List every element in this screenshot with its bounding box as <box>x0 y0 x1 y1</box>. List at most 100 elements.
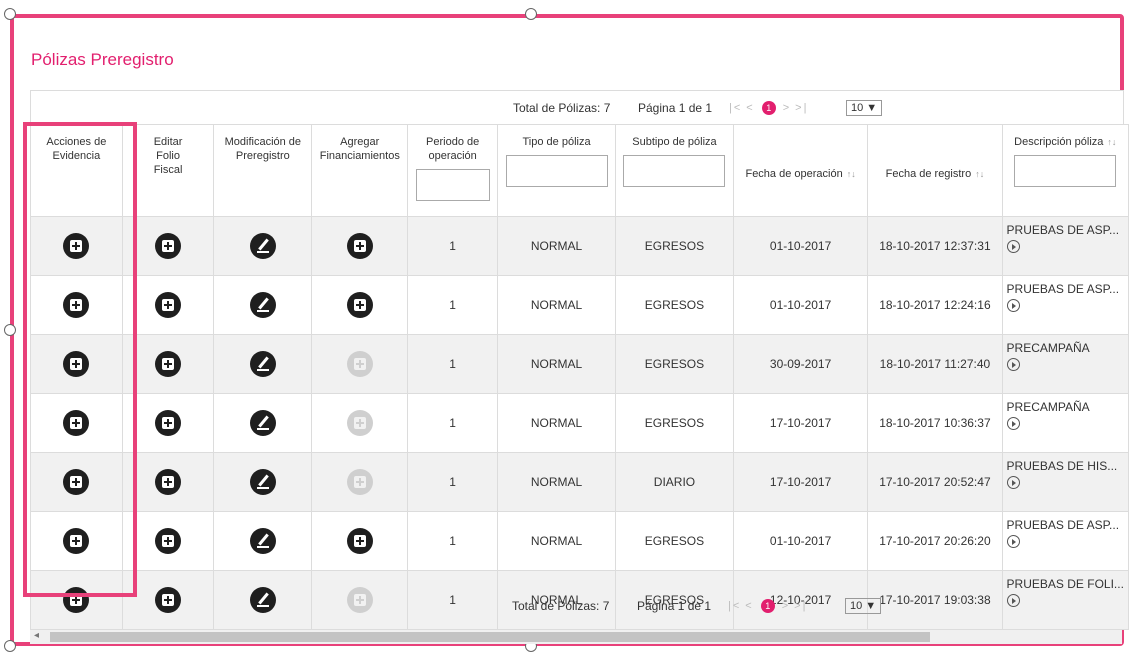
descripcion-text: PRUEBAS DE ASP... <box>1006 223 1120 237</box>
descripcion-text: PRECAMPAÑA <box>1006 341 1090 355</box>
last-page-button[interactable]: >| <box>795 102 808 114</box>
cell-fecha-operacion: 17-10-2017 <box>732 452 869 512</box>
action-cell <box>311 334 409 394</box>
cell-fecha-registro: 17-10-2017 20:52:47 <box>867 452 1003 512</box>
cell-periodo: 1 <box>407 452 499 512</box>
cell-periodo: 1 <box>407 393 499 453</box>
financing-add-icon[interactable] <box>346 233 373 259</box>
financing-add-icon <box>346 469 373 495</box>
edit-pencil-icon[interactable] <box>249 233 276 259</box>
current-page-button[interactable]: 1 <box>761 101 776 115</box>
page-indicator: Página 1 de 1 <box>638 101 713 115</box>
col-tipo: Tipo de póliza <box>497 124 616 217</box>
edit-pencil-icon[interactable] <box>249 351 276 377</box>
current-page-button[interactable]: 1 <box>760 599 775 613</box>
expand-description-icon[interactable] <box>1006 476 1020 489</box>
sort-icon[interactable]: ↑↓ <box>1107 137 1116 147</box>
horizontal-scrollbar[interactable]: ◂ <box>30 630 1122 644</box>
acciones-highlight-box <box>23 122 137 597</box>
cell-tipo: NORMAL <box>497 334 616 394</box>
action-cell <box>311 393 409 453</box>
cell-descripcion: PRECAMPAÑA <box>1001 334 1129 394</box>
resize-handle-top[interactable] <box>525 8 537 20</box>
action-cell <box>213 511 313 571</box>
first-page-button[interactable]: |< <box>728 600 741 612</box>
financing-add-icon[interactable] <box>346 528 373 554</box>
action-cell <box>213 393 313 453</box>
pager-nav: |< < 1 > >| <box>729 101 808 115</box>
resize-handle-top-left[interactable] <box>4 8 16 20</box>
total-polizas: Total de Pólizas: 7 <box>512 599 610 613</box>
action-cell <box>213 275 313 335</box>
polizas-table: Acciones de Evidencia Editar Folio Fisca… <box>30 124 1129 630</box>
table-row: 1 NORMAL EGRESOS 01-10-2017 18-10-2017 12:37… <box>30 216 1129 276</box>
tipo-filter-input[interactable] <box>505 155 608 187</box>
edit-pencil-icon[interactable] <box>249 292 276 318</box>
resize-handle-left[interactable] <box>4 324 16 336</box>
cell-tipo: NORMAL <box>497 275 616 335</box>
action-cell <box>213 334 313 394</box>
col-fecha-registro[interactable]: Fecha de registro ↑↓ <box>867 124 1003 217</box>
folio-add-icon[interactable] <box>155 528 182 554</box>
cell-subtipo: EGRESOS <box>615 393 734 453</box>
col-periodo: Periodo de operación <box>407 124 499 217</box>
financing-add-icon[interactable] <box>346 292 373 318</box>
action-cell <box>213 216 313 276</box>
table-row: 1 NORMAL DIARIO 17-10-2017 17-10-2017 20:52:… <box>30 452 1129 512</box>
expand-description-icon[interactable] <box>1006 417 1020 430</box>
prev-page-button[interactable]: < <box>746 102 754 114</box>
subtipo-filter-input[interactable] <box>623 155 726 187</box>
cell-fecha-registro: 18-10-2017 10:36:37 <box>867 393 1003 453</box>
folio-add-icon[interactable] <box>155 233 182 259</box>
cell-periodo: 1 <box>407 334 499 394</box>
action-cell <box>311 511 409 571</box>
scrollbar-thumb[interactable] <box>50 632 930 642</box>
sort-icon[interactable]: ↑↓ <box>847 169 856 179</box>
action-cell <box>311 452 409 512</box>
table-row: 1 NORMAL EGRESOS 01-10-2017 18-10-2017 12:24… <box>30 275 1129 335</box>
cell-fecha-operacion: 30-09-2017 <box>732 334 869 394</box>
cell-fecha-registro: 18-10-2017 12:24:16 <box>867 275 1003 335</box>
expand-description-icon[interactable] <box>1006 358 1020 371</box>
resize-handle-bottom-left[interactable] <box>4 640 16 652</box>
cell-subtipo: EGRESOS <box>615 511 734 571</box>
first-page-button[interactable]: |< <box>729 102 742 114</box>
descripcion-filter-input[interactable] <box>1014 155 1117 187</box>
page-size-select[interactable]: 10 ▼ <box>846 100 883 116</box>
periodo-filter-input[interactable] <box>415 169 490 201</box>
cell-descripcion: PRECAMPAÑA <box>1001 393 1129 453</box>
financing-add-icon <box>346 351 373 377</box>
cell-fecha-operacion: 01-10-2017 <box>732 511 869 571</box>
cell-subtipo: DIARIO <box>615 452 734 512</box>
edit-pencil-icon[interactable] <box>249 410 276 436</box>
cell-periodo: 1 <box>407 216 499 276</box>
table-row: 1 NORMAL EGRESOS 30-09-2017 18-10-2017 11:27… <box>30 334 1129 394</box>
page-size-select[interactable]: 10 ▼ <box>845 598 882 614</box>
sort-icon[interactable]: ↑↓ <box>975 169 984 179</box>
prev-page-button[interactable]: < <box>745 600 753 612</box>
pager-bottom: Total de Pólizas: 7 Página 1 de 1 |< < 1… <box>30 589 1122 623</box>
cell-tipo: NORMAL <box>497 216 616 276</box>
folio-add-icon[interactable] <box>155 469 182 495</box>
next-page-button[interactable]: > <box>782 600 790 612</box>
expand-description-icon[interactable] <box>1006 240 1020 253</box>
total-polizas: Total de Pólizas: 7 <box>513 101 611 115</box>
col-fecha-operacion[interactable]: Fecha de operación ↑↓ <box>732 124 869 217</box>
next-page-button[interactable]: > <box>783 102 791 114</box>
edit-pencil-icon[interactable] <box>249 469 276 495</box>
scroll-left-icon[interactable]: ◂ <box>34 630 39 641</box>
folio-add-icon[interactable] <box>155 351 182 377</box>
col-modificacion: Modificación de Preregistro <box>213 124 313 217</box>
folio-add-icon[interactable] <box>155 292 182 318</box>
expand-description-icon[interactable] <box>1006 299 1020 312</box>
financing-add-icon <box>346 410 373 436</box>
folio-add-icon[interactable] <box>155 410 182 436</box>
descripcion-text: PRUEBAS DE HIS... <box>1006 459 1118 473</box>
edit-pencil-icon[interactable] <box>249 528 276 554</box>
cell-periodo: 1 <box>407 275 499 335</box>
col-descripcion: Descripción póliza ↑↓ <box>1001 124 1129 217</box>
last-page-button[interactable]: >| <box>794 600 807 612</box>
expand-description-icon[interactable] <box>1006 535 1020 548</box>
cell-subtipo: EGRESOS <box>615 275 734 335</box>
page-indicator: Página 1 de 1 <box>637 599 712 613</box>
